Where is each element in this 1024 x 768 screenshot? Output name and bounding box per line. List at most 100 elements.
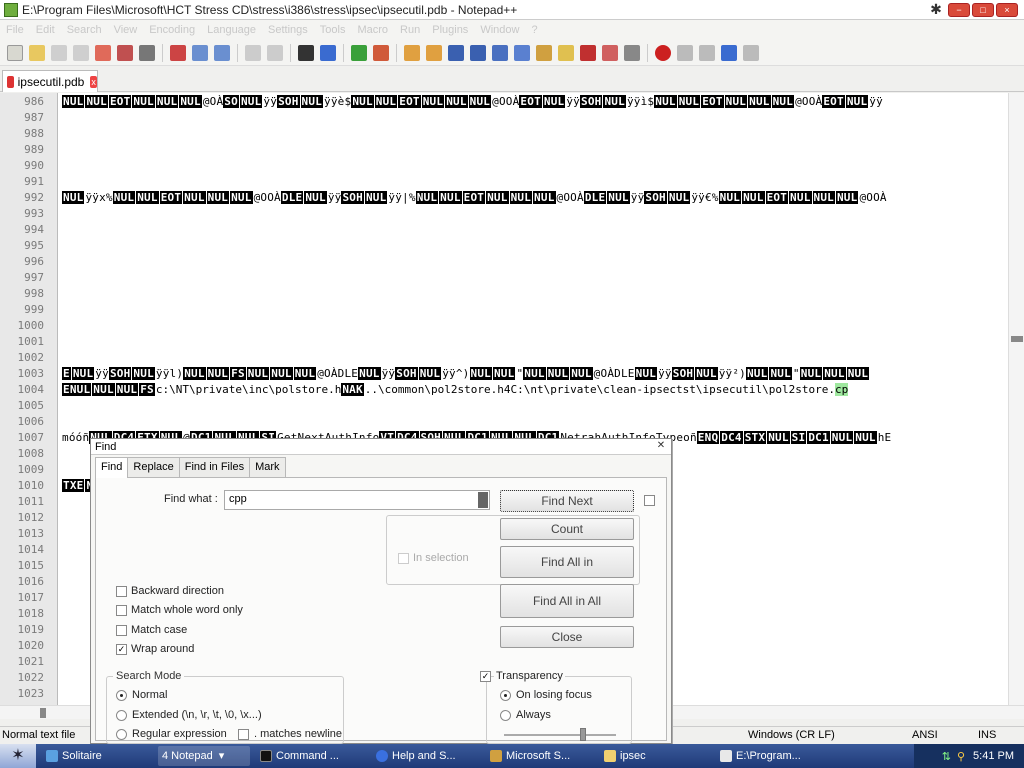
tab-replace[interactable]: Replace (127, 457, 180, 477)
transparency-checkbox[interactable]: ✓ (480, 671, 491, 682)
extra-checkbox[interactable] (644, 495, 655, 506)
menu-run[interactable]: Run (400, 24, 420, 36)
minimize-button[interactable]: − (948, 2, 970, 17)
tab-ipsecutil-pdb[interactable]: ipsecutil.pdb x (2, 70, 98, 92)
search-mode-regex-radio[interactable] (116, 729, 127, 740)
tab-find-in-files[interactable]: Find in Files (178, 457, 251, 477)
close-dialog-button[interactable]: Close (500, 626, 634, 648)
view-icon[interactable] (624, 44, 640, 61)
on-losing-focus-radio[interactable] (500, 690, 511, 701)
backward-direction-checkbox[interactable] (116, 586, 127, 597)
transparency-slider-knob[interactable] (580, 728, 586, 741)
sync-vertical-icon[interactable] (404, 44, 420, 61)
control-char-token: NUL (542, 95, 566, 108)
menu-window[interactable]: Window (480, 24, 519, 36)
wrap-around-checkbox[interactable]: ✓ (116, 644, 127, 655)
paste-icon[interactable] (214, 44, 230, 61)
indent-guide-icon[interactable] (492, 44, 508, 61)
menu-macro[interactable]: Macro (357, 24, 388, 36)
menu-help[interactable]: ? (531, 24, 537, 36)
start-button[interactable]: ✶ (0, 744, 36, 768)
run-macro-multiple-icon[interactable] (721, 44, 737, 61)
menu-search[interactable]: Search (67, 24, 102, 36)
undo-icon[interactable] (245, 44, 261, 61)
control-char-token: NUL (607, 191, 630, 204)
matches-newline-checkbox[interactable] (238, 729, 249, 740)
menu-edit[interactable]: Edit (36, 24, 55, 36)
taskbar-item-notepad[interactable]: 4 Notepad ▾ (158, 746, 250, 766)
record-macro-icon[interactable] (655, 44, 671, 61)
user-lang-icon[interactable] (514, 44, 530, 61)
menu-view[interactable]: View (114, 24, 138, 36)
play-macro-icon[interactable] (699, 44, 715, 61)
zoom-out-icon[interactable] (373, 44, 389, 61)
open-file-icon[interactable] (29, 44, 45, 61)
maximize-button[interactable]: □ (972, 2, 994, 17)
menu-tools[interactable]: Tools (320, 24, 346, 36)
new-file-icon[interactable] (7, 44, 23, 61)
taskbar-item-command[interactable]: Command ... (256, 746, 366, 766)
search-icon[interactable]: ⚲ (957, 750, 965, 763)
match-case-checkbox[interactable] (116, 625, 127, 636)
menu-file[interactable]: File (6, 24, 24, 36)
scroll-thumb[interactable] (1011, 336, 1023, 342)
save-macro-icon[interactable] (743, 44, 759, 61)
close-all-icon[interactable] (117, 44, 133, 61)
stop-macro-icon[interactable] (677, 44, 693, 61)
vertical-scrollbar[interactable] (1008, 93, 1024, 705)
redo-icon[interactable] (267, 44, 283, 61)
search-mode-normal-radio[interactable] (116, 690, 127, 701)
find-icon[interactable] (298, 44, 314, 61)
match-whole-word-label: Match whole word only (131, 604, 243, 616)
function-list-icon[interactable] (558, 44, 574, 61)
search-mode-extended-radio[interactable] (116, 710, 127, 721)
close-file-icon[interactable] (95, 44, 111, 61)
show-all-chars-icon[interactable] (470, 44, 486, 61)
transparency-label: Transparency (494, 670, 565, 682)
in-selection-checkbox[interactable] (398, 553, 409, 564)
find-what-input[interactable]: cpp (224, 490, 490, 510)
menu-encoding[interactable]: Encoding (149, 24, 195, 36)
monitoring-icon[interactable] (602, 44, 618, 61)
count-button[interactable]: Count (500, 518, 634, 540)
taskbar-item-microsoft[interactable]: Microsoft S... (486, 746, 594, 766)
tab-close-icon[interactable]: x (90, 75, 97, 88)
zoom-in-icon[interactable] (351, 44, 367, 61)
editor-line-1004-control-2: NAK (341, 383, 364, 396)
pin-star-icon[interactable]: ✱ (926, 1, 946, 18)
replace-icon[interactable] (320, 44, 336, 61)
find-history-dropdown-icon[interactable] (478, 492, 488, 508)
copy-icon[interactable] (192, 44, 208, 61)
taskbar-item-help[interactable]: Help and S... (372, 746, 480, 766)
transparency-slider[interactable] (504, 728, 616, 741)
find-next-button[interactable]: Find Next (500, 490, 634, 512)
control-char-token: NUL (523, 367, 546, 380)
find-all-in-all-button[interactable]: Find All in All (500, 584, 634, 618)
save-all-icon[interactable] (73, 44, 89, 61)
tab-find[interactable]: Find (95, 457, 129, 478)
cut-icon[interactable] (170, 44, 186, 61)
menu-language[interactable]: Language (207, 24, 256, 36)
doc-map-icon[interactable] (536, 44, 552, 61)
sync-horizontal-icon[interactable] (426, 44, 442, 61)
taskbar-item-notepad-pp[interactable]: E:\Program... (716, 746, 826, 766)
match-whole-word-checkbox[interactable] (116, 605, 127, 616)
print-icon[interactable] (139, 44, 155, 61)
taskbar-item-ipsec[interactable]: ipsec (600, 746, 710, 766)
find-all-in-current-button[interactable]: Find All in (500, 546, 634, 578)
network-icon[interactable]: ⇅ (942, 750, 951, 763)
always-radio[interactable] (500, 710, 511, 721)
control-char-token: NUL (603, 95, 626, 108)
scroll-thumb[interactable] (40, 708, 46, 718)
taskbar-item-solitaire[interactable]: Solitaire (42, 746, 152, 766)
folder-workspace-icon[interactable] (580, 44, 596, 61)
word-wrap-icon[interactable] (448, 44, 464, 61)
taskbar: ✶ Solitaire 4 Notepad ▾ Command ... Help … (0, 744, 1024, 768)
menu-plugins[interactable]: Plugins (432, 24, 468, 36)
close-button[interactable]: × (996, 2, 1018, 17)
control-char-token: NUL (769, 367, 792, 380)
menu-settings[interactable]: Settings (268, 24, 308, 36)
find-dialog-close-icon[interactable]: ✕ (655, 440, 667, 452)
save-icon[interactable] (51, 44, 67, 61)
tab-mark[interactable]: Mark (249, 457, 286, 477)
